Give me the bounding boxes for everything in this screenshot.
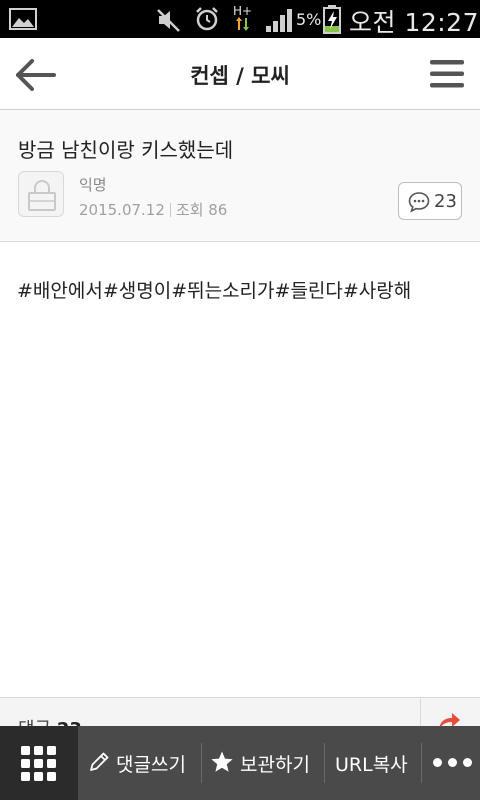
divider	[420, 698, 421, 728]
comment-section-header: 댓글 23	[0, 697, 480, 728]
network-type-icon: H+	[233, 4, 252, 31]
image-icon	[9, 8, 37, 30]
meta-divider	[169, 203, 171, 217]
more-options-button[interactable]	[424, 726, 480, 800]
signal-icon	[266, 9, 292, 32]
hamburger-menu-icon[interactable]	[428, 58, 468, 90]
more-dot-icon	[433, 758, 442, 767]
app-header: 컨셉 / 모씨	[0, 38, 480, 110]
mute-icon	[157, 9, 180, 32]
post-body: #배안에서#생명이#뛰는소리가#들린다#사랑해	[17, 280, 412, 302]
avatar	[18, 171, 64, 217]
divider	[421, 743, 422, 783]
bookmark-button[interactable]: 보관하기	[202, 726, 324, 800]
comment-count-button[interactable]: 23	[398, 182, 462, 220]
speech-bubble-icon	[408, 192, 430, 213]
battery-charging-icon	[323, 5, 341, 34]
copy-url-button[interactable]: URL복사	[325, 726, 421, 800]
grid-menu-button[interactable]	[0, 726, 78, 800]
write-comment-button[interactable]: 댓글쓰기	[78, 726, 200, 800]
post-date: 2015.07.12	[79, 201, 165, 219]
battery-percent: 5%	[296, 10, 322, 29]
view-count: 조회 86	[175, 201, 228, 219]
post-meta: 2015.07.12 조회 86	[79, 199, 227, 220]
bookmark-label: 보관하기	[240, 754, 310, 776]
write-comment-label: 댓글쓰기	[116, 754, 186, 776]
comment-count: 23	[434, 191, 457, 212]
grid-icon	[21, 746, 56, 781]
post-header: 방금 남친이랑 키스했는데 익명 2015.07.12 조회 86 23	[0, 110, 480, 242]
status-bar: H+ 5% 오전 12:27	[0, 0, 480, 38]
post-title: 방금 남친이랑 키스했는데	[18, 138, 234, 162]
alarm-icon	[196, 7, 218, 31]
author-name: 익명	[79, 176, 107, 194]
star-icon	[211, 751, 233, 772]
more-dot-icon	[448, 758, 457, 767]
clock: 오전 12:27	[349, 8, 479, 37]
network-type-label: H+	[233, 4, 252, 18]
copy-url-label: URL복사	[335, 754, 408, 776]
page-title: 컨셉 / 모씨	[190, 64, 290, 88]
bottom-toolbar: 댓글쓰기 보관하기 URL복사	[0, 726, 480, 800]
pencil-icon	[90, 752, 109, 771]
lock-icon	[28, 180, 56, 211]
more-dot-icon	[463, 758, 472, 767]
